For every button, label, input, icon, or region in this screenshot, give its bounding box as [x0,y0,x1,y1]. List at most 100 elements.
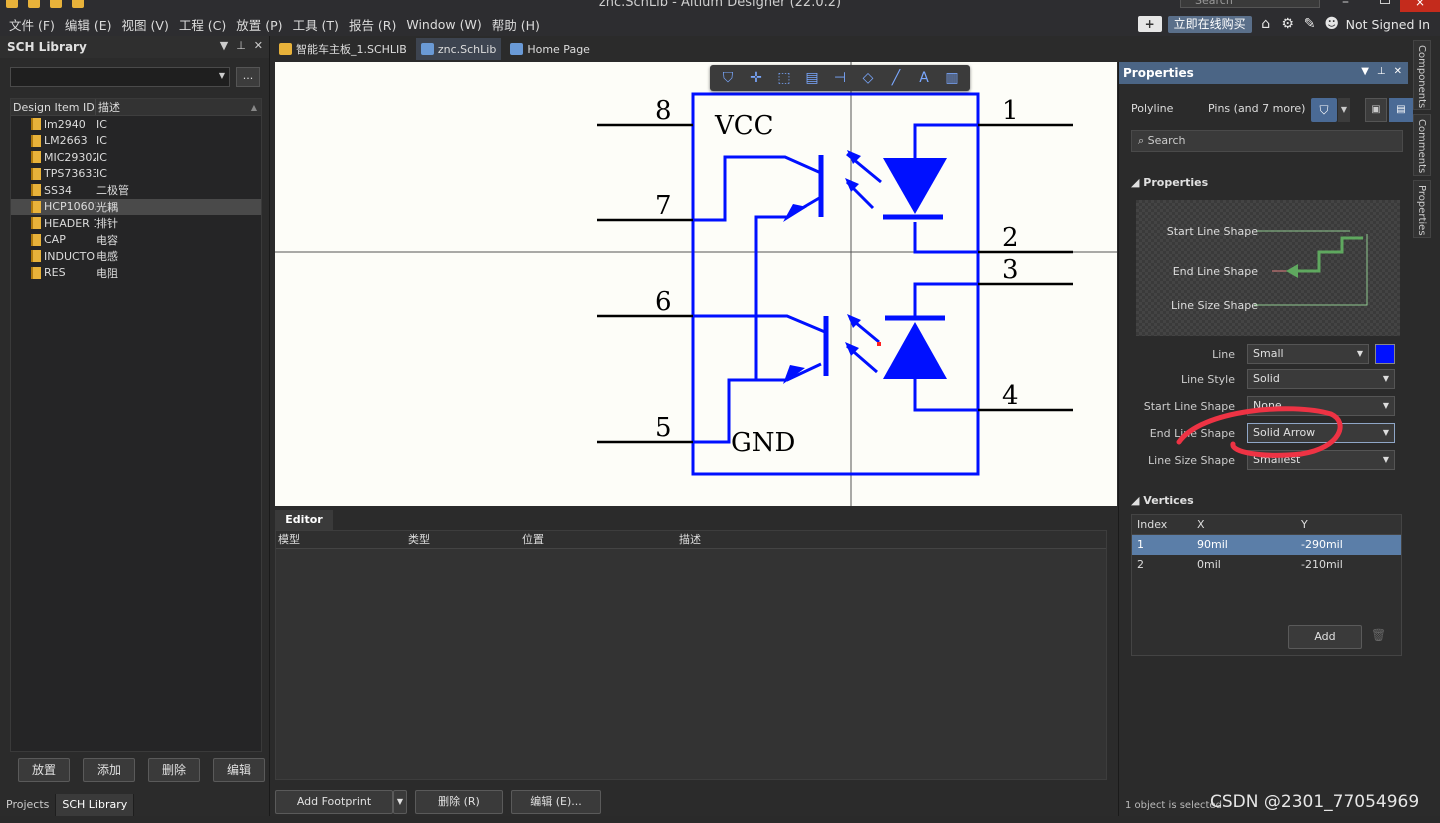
line-color-swatch[interactable] [1375,344,1395,364]
panel-close-icon[interactable]: ✕ [1394,66,1402,77]
tab-comments[interactable]: Comments [1413,114,1431,176]
minimize-icon[interactable]: – [1342,0,1349,10]
schematic-canvas[interactable]: 8 7 6 5 1 2 3 4 VCC GND ⛉ ✛ ⬚ ▤ ⊣ ◇ ╱ A … [275,62,1117,506]
tab-main-board-schlib[interactable]: 智能车主板_1.SCHLIB [274,38,412,60]
list-item[interactable]: INDUCTOR电感 [11,248,261,265]
list-item[interactable]: HEADER 1x排针 [11,215,261,232]
list-item[interactable]: RES 电阻 [11,265,261,282]
user-icon[interactable]: ☻ [1324,16,1340,32]
move-icon[interactable]: ✛ [746,70,766,86]
component-body[interactable] [691,92,980,476]
message-icon[interactable]: + [1137,16,1162,32]
select-mode-icon[interactable]: ▤ [1389,98,1413,122]
column-design-item-id[interactable]: Design Item ID [11,99,95,115]
gear-icon[interactable]: ⚙ [1280,16,1296,32]
tab-properties[interactable]: Properties [1413,180,1431,238]
diode2-triangle[interactable] [883,322,947,379]
menu-place[interactable]: 放置 (P) [231,15,287,34]
edit-button[interactable]: 编辑 [213,758,265,782]
menu-report[interactable]: 报告 (R) [344,15,401,34]
list-item[interactable]: lm2940 IC [11,116,261,133]
add-button[interactable]: 添加 [83,758,135,782]
place-pin-icon[interactable]: ⊣ [830,70,850,86]
maximize-icon[interactable] [1380,0,1390,4]
add-footprint-button[interactable]: Add Footprint [275,790,393,814]
list-item[interactable]: TPS73633 IC [11,166,261,183]
properties-search-input[interactable]: ⌕ Search [1131,130,1403,152]
lower-collector-wire[interactable] [693,314,826,334]
vertex-row[interactable]: 1 90mil -290mil [1132,535,1401,555]
pin-icon[interactable]: ⊥ [236,39,246,52]
list-item-selected[interactable]: HCP10603 光耦 [11,198,261,215]
section-properties[interactable]: ◢ Properties [1131,176,1208,189]
diode2-cathode-wire[interactable] [913,282,978,318]
list-item[interactable]: CAP 电容 [11,232,261,249]
line-style-dropdown[interactable]: Solid [1247,369,1395,389]
place-button[interactable]: 放置 [18,758,70,782]
title-search-input[interactable]: Search [1180,0,1320,8]
panel-close-icon[interactable]: ✕ [254,39,263,52]
library-filter-input[interactable] [10,67,230,87]
vertex-row[interactable]: 2 0mil -210mil [1132,555,1401,575]
delete-button[interactable]: 删除 [148,758,200,782]
delete-model-button[interactable]: 删除 (R) [415,790,503,814]
menu-project[interactable]: 工程 (C) [174,15,231,34]
menu-file[interactable]: 文件 (F) [4,15,60,34]
text-icon[interactable]: A [914,70,934,86]
list-item[interactable]: MIC29302 IC [11,149,261,166]
diode1-anode-wire[interactable] [913,123,978,158]
tab-sch-library[interactable]: SCH Library [56,794,135,816]
tab-znc-schlib[interactable]: znc.SchLib [415,38,502,60]
diode2-anode-wire[interactable] [913,379,978,412]
line-width-dropdown[interactable]: Small [1247,344,1369,364]
tab-components[interactable]: Components [1413,40,1431,110]
close-icon[interactable]: × [1400,0,1440,12]
browse-button[interactable]: ... [236,67,260,87]
vertex-y[interactable]: -290mil [1296,535,1401,555]
add-footprint-dropdown[interactable]: ▼ [393,790,407,814]
user-status[interactable]: Not Signed In [1346,17,1430,32]
home-icon[interactable]: ⌂ [1258,16,1274,32]
list-item[interactable]: LM2663 IC [11,133,261,150]
list-item[interactable]: SS34 二极管 [11,182,261,199]
upper-emitter-arrow-head[interactable] [783,204,807,222]
tab-home-page[interactable]: Home Page [505,38,595,60]
filter-icon[interactable]: ⛉ [1311,98,1337,122]
fill-icon[interactable]: ◇ [858,70,878,86]
tab-editor[interactable]: Editor [275,510,333,530]
panel-menu-icon[interactable]: ▼ [220,39,228,52]
align-icon[interactable]: ▤ [802,70,822,86]
menu-view[interactable]: 视图 (V) [117,15,174,34]
tools-icon[interactable]: ✎ [1302,16,1318,32]
menu-window[interactable]: Window (W) [401,17,486,32]
vertex-y[interactable]: -210mil [1296,555,1401,575]
panel-menu-icon[interactable]: ▼ [1361,66,1369,77]
menu-tools[interactable]: 工具 (T) [288,15,344,34]
edit-model-button[interactable]: 编辑 (E)... [511,790,601,814]
filter-icon[interactable]: ⛉ [718,70,738,86]
select-rect-icon[interactable]: ⬚ [774,70,794,86]
component-icon[interactable]: ▥ [942,70,962,86]
menu-help[interactable]: 帮助 (H) [487,15,545,34]
add-vertex-button[interactable]: Add [1288,625,1362,649]
section-vertices[interactable]: ◢ Vertices [1131,494,1194,507]
pin-icon[interactable]: ⊥ [1377,66,1386,77]
buy-online-button[interactable]: 立即在线购买 [1167,15,1252,33]
upper-collector-wire[interactable] [693,155,822,222]
selected-vertex-handle[interactable] [877,342,881,346]
filter-dropdown[interactable]: ▼ [1338,98,1350,122]
select-icon[interactable]: ▣ [1365,98,1387,122]
emitter-link-wire[interactable] [754,215,822,382]
column-model[interactable]: 模型 [276,531,406,548]
column-type[interactable]: 类型 [406,531,520,548]
column-description[interactable]: 描述 [677,531,1106,548]
column-description[interactable]: 描述 [95,99,261,116]
line-icon[interactable]: ╱ [886,70,906,86]
diode1-triangle[interactable] [883,158,947,214]
column-location[interactable]: 位置 [520,531,677,548]
vertex-x[interactable]: 0mil [1192,555,1296,575]
vertex-x[interactable]: 90mil [1192,535,1296,555]
diode1-cathode-wire[interactable] [913,222,978,254]
trash-icon[interactable]: 🗑 [1371,628,1386,642]
tab-projects[interactable]: Projects [0,794,57,816]
